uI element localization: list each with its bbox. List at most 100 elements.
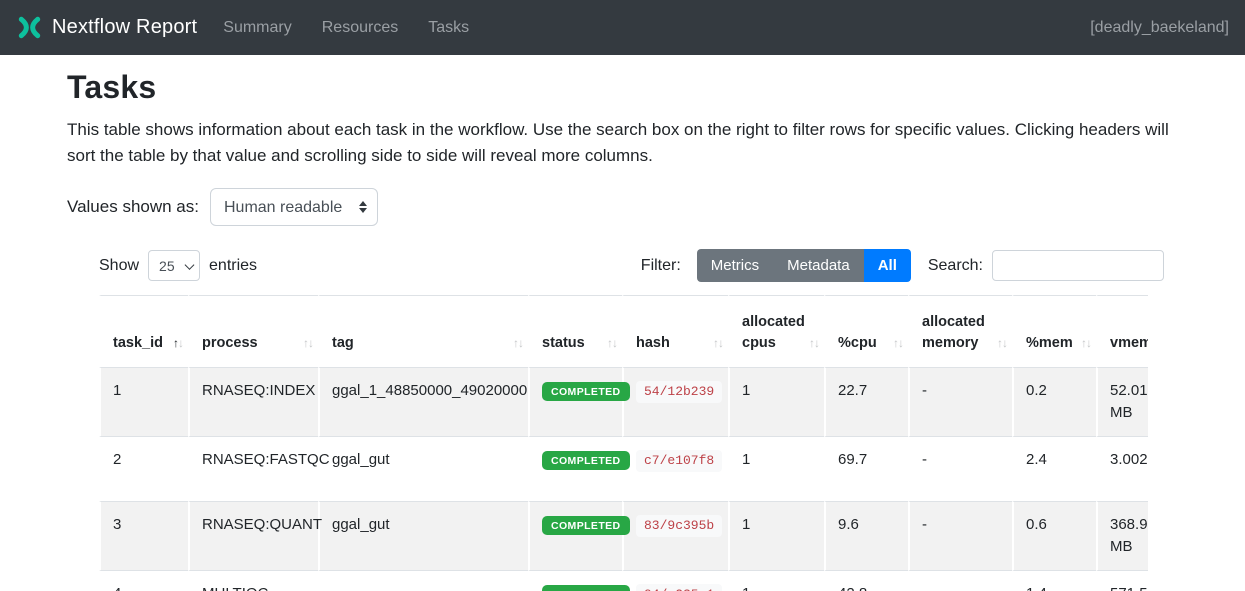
search-label: Search: <box>928 257 983 275</box>
cell-hash: 83/9c395b <box>622 501 728 570</box>
column-label: process <box>202 335 258 351</box>
cell-cpu_pct: 42.8 <box>824 570 908 591</box>
cell-vmem: 571.58 MB <box>1096 570 1148 591</box>
sort-icon: ↑↓ <box>607 333 617 354</box>
page-title: Tasks <box>67 69 1245 106</box>
status-badge: COMPLETED <box>542 585 630 591</box>
sort-icon: ↑↓ <box>1081 333 1091 354</box>
page-description: This table shows information about each … <box>67 117 1179 169</box>
cell-allocated_cpus: 1 <box>728 501 824 570</box>
column-label: vmem <box>1110 335 1148 351</box>
entries-label: entries <box>209 257 257 275</box>
cell-status: COMPLETED <box>528 367 622 436</box>
tasks-table: task_id↑↓process↑↓tag↑↓status↑↓hash↑↓all… <box>99 295 1148 591</box>
cell-cpu_pct: 69.7 <box>824 436 908 501</box>
filter-button-all[interactable]: All <box>864 249 911 282</box>
values-shown-row: Values shown as: Human readable <box>67 188 1245 226</box>
column-label: task_id <box>113 335 163 351</box>
status-badge: COMPLETED <box>542 451 630 470</box>
column-header-status[interactable]: status↑↓ <box>528 295 622 367</box>
status-badge: COMPLETED <box>542 382 630 401</box>
table-body: 1RNASEQ:INDEXggal_1_48850000_49020000COM… <box>99 367 1148 591</box>
cell-mem_pct: 0.6 <box>1012 501 1096 570</box>
values-shown-label: Values shown as: <box>67 197 199 217</box>
task-hash: 94/c235e1 <box>636 584 722 591</box>
nav-item-summary[interactable]: Summary <box>223 19 291 37</box>
cell-hash: c7/e107f8 <box>622 436 728 501</box>
column-header-tag[interactable]: tag↑↓ <box>318 295 528 367</box>
cell-vmem: 3.002 GB <box>1096 436 1148 501</box>
cell-task_id: 2 <box>99 436 188 501</box>
cell-process: MULTIQC <box>188 570 318 591</box>
column-header--cpu[interactable]: %cpu↑↓ <box>824 295 908 367</box>
header-row: task_id↑↓process↑↓tag↑↓status↑↓hash↑↓all… <box>99 295 1148 367</box>
cell-allocated_memory: - <box>908 367 1012 436</box>
cell-mem_pct: 2.4 <box>1012 436 1096 501</box>
cell-allocated_cpus: 1 <box>728 570 824 591</box>
task-hash: 83/9c395b <box>636 515 722 537</box>
cell-task_id: 1 <box>99 367 188 436</box>
brand-link[interactable]: Nextflow Report <box>16 14 197 41</box>
navbar: Nextflow Report Summary Resources Tasks … <box>0 0 1245 55</box>
filter-label: Filter: <box>641 257 681 275</box>
column-header-vmem[interactable]: vmem↑↓ <box>1096 295 1148 367</box>
nav-item-resources[interactable]: Resources <box>322 19 398 37</box>
table-row: 1RNASEQ:INDEXggal_1_48850000_49020000COM… <box>99 367 1148 436</box>
filter-button-metrics[interactable]: Metrics <box>697 249 773 282</box>
filter-button-group: Metrics Metadata All <box>697 249 911 282</box>
table-tools-row: Show 25 entries Filter: Metrics Metadata… <box>99 249 1164 282</box>
sort-icon: ↑↓ <box>809 333 819 354</box>
cell-allocated_cpus: 1 <box>728 367 824 436</box>
cell-vmem: 52.016 MB <box>1096 367 1148 436</box>
column-header--mem[interactable]: %mem ↑↓ <box>1012 295 1096 367</box>
cell-allocated_cpus: 1 <box>728 436 824 501</box>
tasks-section: Tasks This table shows information about… <box>0 55 1245 591</box>
nav-item-tasks[interactable]: Tasks <box>428 19 469 37</box>
entries-length-select[interactable]: 25 <box>148 250 200 281</box>
table-row: 3RNASEQ:QUANTggal_gutCOMPLETED83/9c395b1… <box>99 501 1148 570</box>
task-hash: c7/e107f8 <box>636 450 722 472</box>
column-header-allocated-cpus[interactable]: allocated cpus↑↓ <box>728 295 824 367</box>
workflow-run-name: [deadly_baekeland] <box>1090 19 1229 37</box>
cell-tag: ggal_1_48850000_49020000 <box>318 367 528 436</box>
filter-button-metadata[interactable]: Metadata <box>773 249 864 282</box>
sort-icon: ↑↓ <box>173 333 183 354</box>
column-label: allocated cpus <box>742 314 805 351</box>
cell-status: COMPLETED <box>528 570 622 591</box>
column-label: hash <box>636 335 670 351</box>
values-shown-select[interactable]: Human readable <box>210 188 378 226</box>
search-input[interactable] <box>992 250 1164 281</box>
sort-icon: ↑↓ <box>997 333 1007 354</box>
cell-mem_pct: 1.4 <box>1012 570 1096 591</box>
cell-task_id: 3 <box>99 501 188 570</box>
cell-hash: 94/c235e1 <box>622 570 728 591</box>
cell-tag: ggal_gut <box>318 501 528 570</box>
sort-icon: ↑↓ <box>303 333 313 354</box>
cell-cpu_pct: 9.6 <box>824 501 908 570</box>
cell-status: COMPLETED <box>528 436 622 501</box>
show-entries-control: Show 25 entries <box>99 250 257 281</box>
column-label: %mem <box>1026 335 1073 351</box>
task-hash: 54/12b239 <box>636 381 722 403</box>
cell-process: RNASEQ:QUANT <box>188 501 318 570</box>
cell-process: RNASEQ:INDEX <box>188 367 318 436</box>
column-label: allocated memory <box>922 314 985 351</box>
cell-task_id: 4 <box>99 570 188 591</box>
sort-icon: ↑↓ <box>513 333 523 354</box>
brand-title: Nextflow Report <box>52 16 197 39</box>
cell-hash: 54/12b239 <box>622 367 728 436</box>
column-header-process[interactable]: process ↑↓ <box>188 295 318 367</box>
column-header-allocated-memory[interactable]: allocated memory ↑↓ <box>908 295 1012 367</box>
column-header-task-id[interactable]: task_id ↑↓ <box>99 295 188 367</box>
cell-cpu_pct: 22.7 <box>824 367 908 436</box>
nav-links: Summary Resources Tasks <box>223 19 469 37</box>
column-label: %cpu <box>838 335 877 351</box>
cell-tag: ggal_gut <box>318 436 528 501</box>
tasks-table-container[interactable]: task_id↑↓process↑↓tag↑↓status↑↓hash↑↓all… <box>99 295 1148 591</box>
table-row: 2RNASEQ:FASTQCggal_gutCOMPLETEDc7/e107f8… <box>99 436 1148 501</box>
column-header-hash[interactable]: hash↑↓ <box>622 295 728 367</box>
cell-allocated_memory: - <box>908 570 1012 591</box>
cell-tag: - <box>318 570 528 591</box>
cell-allocated_memory: - <box>908 501 1012 570</box>
cell-vmem: 368.95 MB <box>1096 501 1148 570</box>
